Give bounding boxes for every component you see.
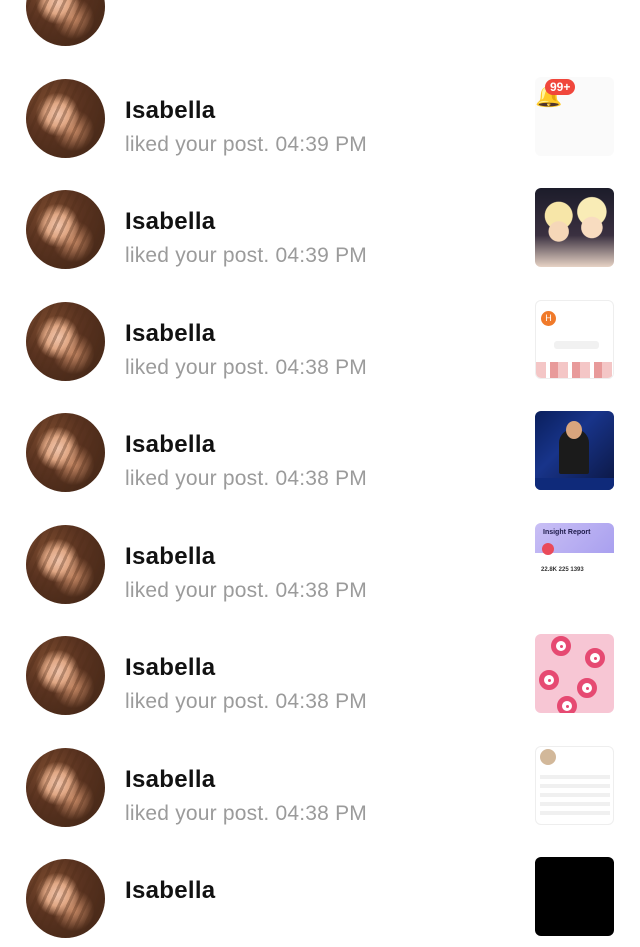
notification-text: liked your post. 04:38 PM: [125, 355, 367, 379]
user-name[interactable]: Isabella: [125, 97, 215, 125]
post-thumbnail[interactable]: [535, 0, 614, 44]
notification-row[interactable]: Isabella liked your post. 04:39 PM 🔔 99+: [0, 55, 640, 167]
notification-badge: 99+: [545, 78, 576, 95]
thumbnail-stats: 22.8K 225 1393: [541, 566, 584, 573]
avatar[interactable]: [26, 78, 105, 158]
avatar[interactable]: [26, 859, 105, 938]
avatar[interactable]: [26, 190, 105, 269]
post-thumbnail[interactable]: [535, 188, 614, 267]
user-name[interactable]: Isabella: [125, 877, 215, 905]
user-name[interactable]: Isabella: [125, 654, 215, 682]
notification-text: liked your post. 04:38 PM: [125, 690, 367, 713]
user-name[interactable]: Isabella: [125, 431, 215, 459]
notification-text: liked your post. 04:39 PM: [125, 244, 367, 267]
notification-list: Isabella liked your post. 04:39 PM 🔔 99+…: [0, 0, 640, 947]
avatar[interactable]: [26, 636, 105, 715]
avatar[interactable]: [26, 747, 105, 827]
user-name[interactable]: Isabella: [125, 766, 215, 794]
notification-row[interactable]: Isabella: [0, 835, 640, 947]
notification-text: liked your post. 04:38 PM: [125, 578, 367, 602]
thumbnail-title: Insight Report: [543, 528, 591, 536]
notification-row[interactable]: Isabella liked your post. 04:38 PM: [0, 724, 640, 836]
notification-row[interactable]: Isabella liked your post. 04:39 PM: [0, 166, 640, 278]
notification-text: liked your post. 04:38 PM: [125, 467, 367, 490]
user-name[interactable]: Isabella: [125, 543, 215, 571]
notification-row[interactable]: Isabella liked your post. 04:38 PM Insig…: [0, 501, 640, 613]
avatar[interactable]: [26, 413, 105, 492]
avatar[interactable]: [26, 524, 105, 604]
notification-row[interactable]: [0, 0, 640, 55]
notification-text: liked your post. 04:39 PM: [125, 132, 367, 156]
heart-icon: [542, 542, 554, 555]
user-name[interactable]: Isabella: [125, 208, 215, 236]
notification-row[interactable]: Isabella liked your post. 04:38 PM: [0, 612, 640, 724]
notification-row[interactable]: Isabella liked your post. 04:38 PM H: [0, 278, 640, 390]
post-thumbnail[interactable]: 🔔 99+: [535, 76, 614, 156]
post-thumbnail[interactable]: [535, 634, 614, 713]
post-thumbnail[interactable]: [535, 857, 614, 936]
avatar[interactable]: [26, 0, 105, 46]
post-thumbnail[interactable]: [535, 745, 614, 825]
avatar[interactable]: [26, 301, 105, 381]
post-thumbnail[interactable]: Insight Report 22.8K 225 1393: [535, 522, 614, 602]
post-thumbnail[interactable]: [535, 411, 614, 490]
notification-row[interactable]: Isabella liked your post. 04:38 PM: [0, 389, 640, 501]
profile-initial: H: [541, 310, 556, 326]
post-thumbnail[interactable]: H: [535, 299, 614, 379]
user-name[interactable]: Isabella: [125, 320, 215, 348]
notification-text: liked your post. 04:38 PM: [125, 801, 367, 825]
